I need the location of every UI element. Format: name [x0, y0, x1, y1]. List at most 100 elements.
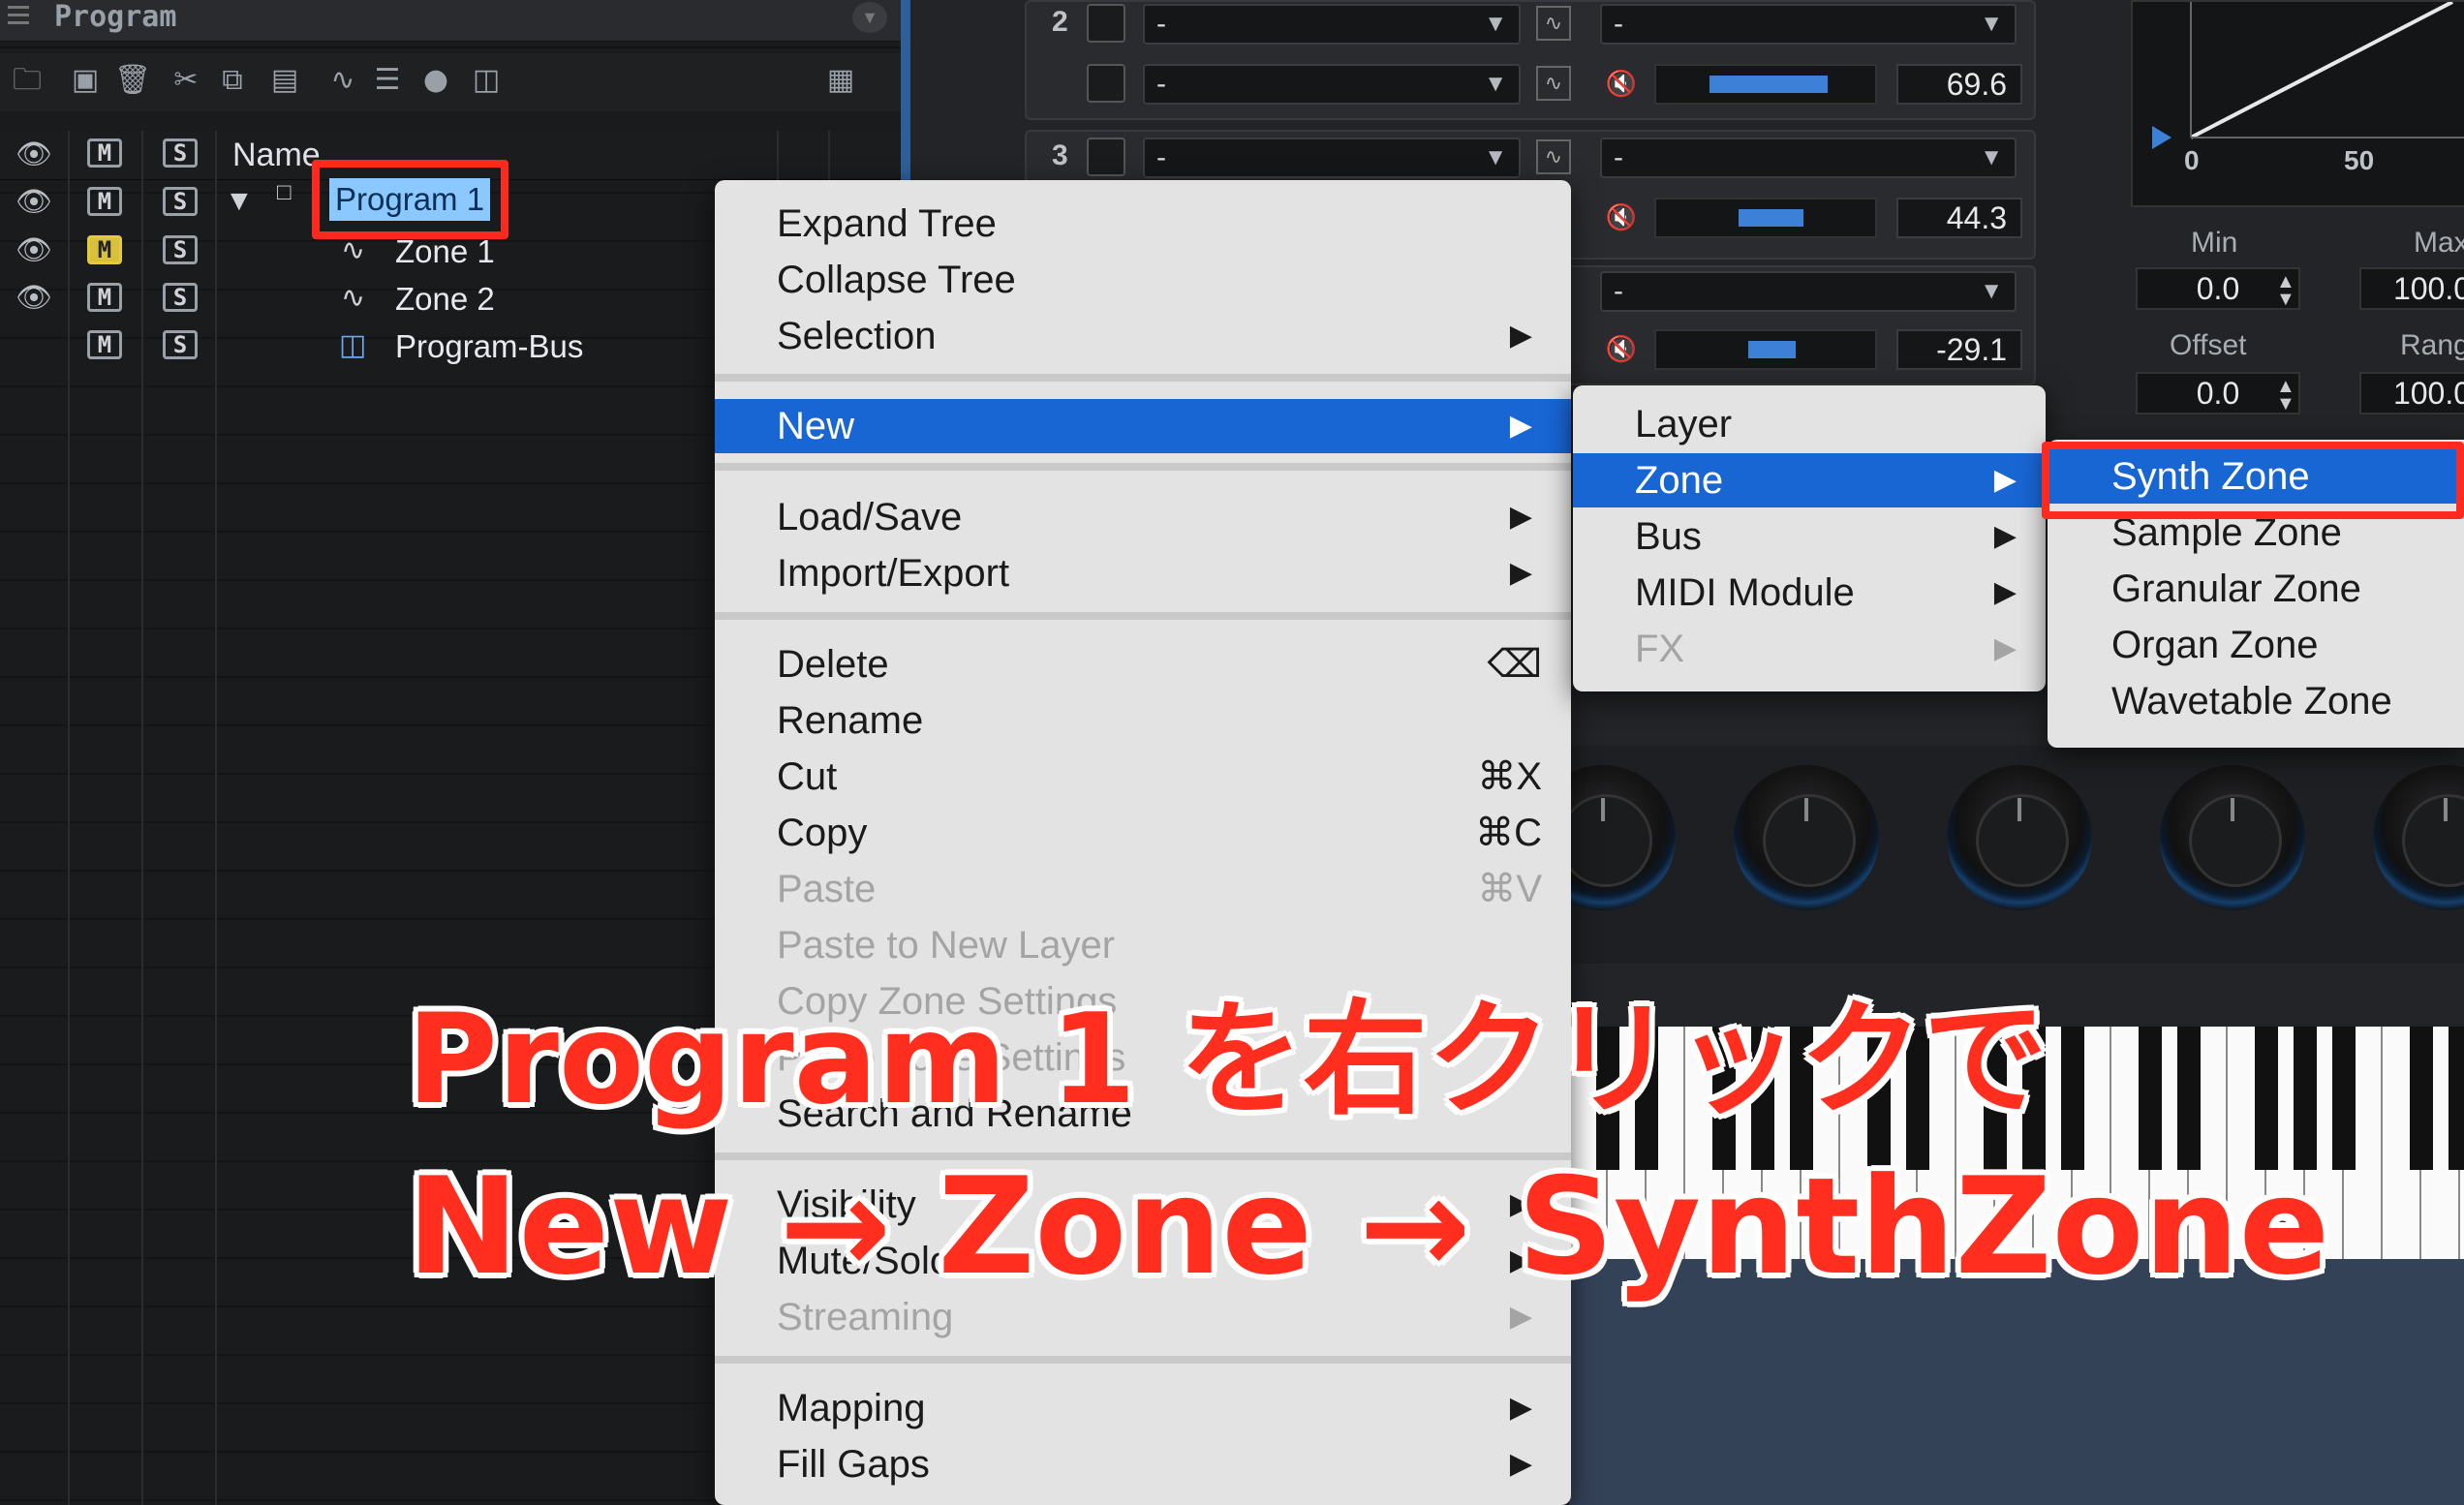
offset-stepper-icon[interactable]: ▲ ▼: [2276, 377, 2295, 414]
submenu-arrow-icon: ▶: [1993, 576, 2017, 608]
curve-icon[interactable]: ∿: [1536, 139, 1571, 174]
submenu-item-zone[interactable]: Zone ▶: [1573, 453, 2046, 507]
synth-zone-highlight-box: [2042, 442, 2464, 519]
mod-depth-fader[interactable]: [1654, 198, 1877, 238]
max-value-field[interactable]: 100.0: [2359, 267, 2464, 310]
mute-button[interactable]: M: [87, 330, 122, 359]
submenu-item-midi-module[interactable]: MIDI Module ▶: [1573, 566, 2046, 620]
hamburger-menu-icon[interactable]: [8, 6, 29, 25]
range-value-field[interactable]: 100.0: [2359, 372, 2464, 415]
solo-button[interactable]: S: [163, 330, 198, 359]
mute-header-button[interactable]: M: [87, 138, 122, 168]
slot-enable-checkbox[interactable]: [1087, 64, 1125, 103]
bus-icon[interactable]: ☰: [370, 63, 405, 98]
menu-item-paste: Paste ⌘V: [715, 862, 1571, 916]
copy-icon[interactable]: ⧉: [215, 63, 250, 98]
solo-header-button[interactable]: S: [163, 138, 198, 168]
module-icon[interactable]: ◫: [469, 63, 504, 98]
mod-depth-value[interactable]: -29.1: [1896, 329, 2022, 370]
mute-speaker-icon[interactable]: 🔇: [1604, 200, 1639, 234]
midi-icon[interactable]: ●: [418, 63, 453, 98]
tree-label-zone-2[interactable]: Zone 2: [395, 281, 495, 318]
mod-depth-value[interactable]: 69.6: [1896, 64, 2022, 105]
solo-button[interactable]: S: [163, 283, 198, 312]
screen-icon[interactable]: ▦: [823, 63, 858, 98]
submenu-item-wavetable-zone[interactable]: Wavetable Zone: [2048, 674, 2464, 728]
mod-destination-dropdown[interactable]: - ▼: [1600, 271, 2017, 312]
slot-number: 2: [1052, 6, 1068, 38]
curve-icon[interactable]: ∿: [1536, 66, 1571, 101]
save-icon[interactable]: ▣: [68, 63, 103, 98]
solo-button[interactable]: S: [163, 235, 198, 264]
min-stepper-icon[interactable]: ▲ ▼: [2276, 272, 2295, 309]
eye-icon[interactable]: 👁: [15, 188, 52, 217]
submenu-arrow-icon: ▶: [1509, 557, 1532, 589]
folder-icon[interactable]: 🗀: [10, 63, 45, 98]
collapse-panel-icon[interactable]: ▼: [852, 2, 887, 33]
mute-button[interactable]: M: [87, 187, 122, 216]
menu-item-new[interactable]: New ▶: [715, 399, 1571, 453]
name-column-header[interactable]: Name: [232, 137, 321, 174]
knob[interactable]: [1947, 765, 2092, 910]
waveform-icon[interactable]: ∿: [325, 63, 360, 98]
menu-item-copy[interactable]: Copy ⌘C: [715, 806, 1571, 860]
black-key[interactable]: [2449, 1027, 2464, 1170]
curve-axis-label: 50: [2344, 145, 2375, 175]
synth-zone-icon: ∿: [341, 282, 366, 314]
curve-axis-label: 0: [2184, 145, 2200, 175]
curve-icon[interactable]: ∿: [1536, 6, 1571, 41]
menu-item-mapping[interactable]: Mapping ▶: [715, 1381, 1571, 1435]
tree-label-zone-1[interactable]: Zone 1: [395, 233, 495, 270]
mute-speaker-icon[interactable]: 🔇: [1604, 66, 1639, 101]
submenu-item-granular-zone[interactable]: Granular Zone: [2048, 562, 2464, 616]
menu-item-import-export[interactable]: Import/Export ▶: [715, 546, 1571, 600]
tree-label-program-bus[interactable]: Program-Bus: [395, 328, 583, 365]
submenu-item-bus[interactable]: Bus ▶: [1573, 509, 2046, 564]
menu-item-selection[interactable]: Selection ▶: [715, 309, 1571, 363]
menu-item-load-save[interactable]: Load/Save ▶: [715, 490, 1571, 544]
mute-button[interactable]: M: [87, 283, 122, 312]
shortcut-paste: ⌘V: [1477, 868, 1542, 910]
submenu-item-layer[interactable]: Layer: [1573, 397, 2046, 451]
eye-icon[interactable]: 👁: [15, 284, 52, 313]
menu-item-rename[interactable]: Rename: [715, 693, 1571, 748]
min-label: Min: [2191, 227, 2238, 259]
slot-enable-checkbox[interactable]: [1087, 4, 1125, 43]
trash-icon[interactable]: 🗑: [114, 63, 151, 98]
mute-button[interactable]: M: [87, 235, 122, 264]
mute-speaker-icon[interactable]: 🔇: [1604, 331, 1639, 366]
tree-label-program-1[interactable]: Program 1: [329, 178, 491, 221]
cut-icon[interactable]: ✂: [169, 63, 203, 98]
menu-item-delete[interactable]: Delete ⌫: [715, 637, 1571, 691]
menu-separator: [715, 374, 1571, 382]
submenu-arrow-icon: ▶: [1509, 410, 1532, 442]
mod-source-dropdown[interactable]: - ▼: [1143, 4, 1521, 45]
mod-source-dropdown[interactable]: - ▼: [1143, 64, 1521, 105]
menu-item-expand-tree[interactable]: Expand Tree: [715, 197, 1571, 251]
mod-source-dropdown[interactable]: - ▼: [1143, 138, 1521, 178]
expand-triangle-icon[interactable]: ▼: [225, 185, 254, 218]
black-key[interactable]: [2332, 1027, 2356, 1170]
fader-fill: [1739, 209, 1803, 227]
solo-button[interactable]: S: [163, 187, 198, 216]
mod-depth-fader[interactable]: [1654, 64, 1877, 105]
menu-item-collapse-tree[interactable]: Collapse Tree: [715, 253, 1571, 307]
mod-destination-dropdown[interactable]: - ▼: [1600, 4, 2017, 45]
black-key[interactable]: [2410, 1027, 2433, 1170]
mod-depth-fader[interactable]: [1654, 329, 1877, 370]
menu-separator: [715, 1356, 1571, 1364]
mod-depth-value[interactable]: 44.3: [1896, 198, 2022, 238]
menu-item-fill-gaps[interactable]: Fill Gaps ▶: [715, 1437, 1571, 1491]
knob[interactable]: [1734, 765, 1879, 910]
submenu-arrow-icon: ▶: [1509, 501, 1532, 533]
mod-destination-dropdown[interactable]: - ▼: [1600, 138, 2017, 178]
slot-enable-checkbox[interactable]: [1087, 138, 1125, 176]
submenu-item-organ-zone[interactable]: Organ Zone: [2048, 618, 2464, 672]
knob[interactable]: [2160, 765, 2305, 910]
caption-line-2: New → Zone → SynthZone: [407, 1149, 2330, 1305]
curve-graph[interactable]: [2131, 0, 2464, 207]
eye-icon[interactable]: 👁: [15, 236, 52, 265]
menu-item-cut[interactable]: Cut ⌘X: [715, 750, 1571, 804]
paste-icon[interactable]: ▤: [267, 63, 302, 98]
visibility-header-icon[interactable]: 👁: [15, 140, 52, 169]
